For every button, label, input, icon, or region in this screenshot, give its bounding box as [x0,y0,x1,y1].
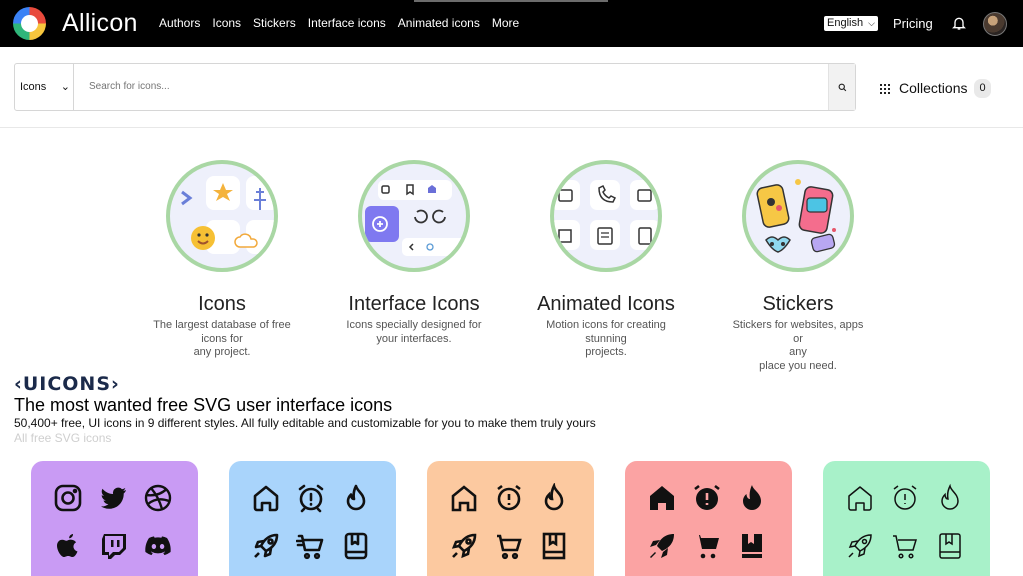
apple-icon [57,534,78,557]
main-nav: Authors Icons Stickers Interface icons A… [159,16,531,31]
rocket-icon [451,533,477,559]
style-card-brands[interactable] [31,461,198,576]
book-icon [939,533,961,559]
description-line: place you need. [759,359,837,372]
cart-icon [893,535,918,559]
category-interface-illustration [358,160,470,272]
search-bar: Icons ⌄ [14,63,856,111]
description-line: your interfaces. [376,332,452,345]
language-select[interactable]: English ⌵ [824,16,878,31]
home-icon [650,486,674,510]
category-title: Icons [198,293,246,315]
style-card-regular-straight[interactable] [427,461,594,576]
alarm-icon [497,484,521,511]
category-description: Icons specially designed for your interf… [314,319,514,346]
category-stickers-illustration [742,160,854,272]
cart-icon [497,534,522,560]
brand-name[interactable]: Allicon [62,9,138,37]
book-icon [344,532,368,560]
nav-item-icons[interactable]: Icons [212,16,241,31]
nav-item-authors[interactable]: Authors [159,16,200,31]
nav-item-stickers[interactable]: Stickers [253,16,296,31]
description-line: Motion icons for creating [546,319,666,331]
description-line: any [789,346,807,358]
nav-item-interface-icons[interactable]: Interface icons [308,16,386,31]
rocket-icon [254,533,279,558]
bell-icon[interactable] [951,15,967,31]
collections-label: Collections [899,80,968,96]
category-title: Animated Icons [537,293,675,315]
search-category-select[interactable]: Icons ⌄ [15,64,74,110]
twitter-icon [101,487,126,509]
grid-icon [880,83,890,94]
alarm-icon [694,484,720,510]
cart-icon [694,535,719,559]
home-icon [848,486,872,511]
fire-icon [941,483,959,510]
search-button[interactable] [828,64,855,110]
fire-icon [544,483,564,511]
search-input[interactable] [89,80,789,94]
language-label: English [827,17,864,29]
category-description: Stickers for websites, apps or any place… [698,319,898,373]
book-icon [742,534,762,558]
category-interface-icons[interactable]: Interface Icons Icons specially designed… [314,160,514,346]
section-headline: The most wanted free SVG user interface … [14,395,393,415]
category-description: Motion icons for creating stunning proje… [506,319,706,360]
uicons-logo[interactable]: ‹UICONS› [14,373,120,395]
category-animated-illustration [550,160,662,272]
discord-icon [145,536,171,556]
category-icons[interactable]: Icons The largest database of free icons… [122,160,322,360]
chevron-down-icon: ⌵ [868,18,875,28]
cart-icon [296,534,324,560]
chevron-down-icon: ⌄ [60,81,70,93]
loading-bar [414,0,608,2]
nav-item-animated-icons[interactable]: Animated icons [398,16,480,31]
search-category-label: Icons [20,81,47,93]
alarm-icon [298,484,324,513]
fire-icon [346,484,366,511]
alarm-icon [893,485,917,510]
pricing-link[interactable]: Pricing [893,16,933,31]
style-card-solid[interactable] [625,461,792,576]
category-stickers[interactable]: Stickers Stickers for websites, apps or … [698,160,898,373]
collections-count-badge: 0 [974,79,991,98]
description-line: Stickers for websites, apps or [732,319,864,345]
category-animated-icons[interactable]: Animated Icons Motion icons for creating… [506,160,706,360]
all-free-svg-link[interactable]: All free SVG icons [14,431,111,445]
user-avatar[interactable] [983,12,1007,36]
style-card-regular-rounded[interactable] [229,461,396,576]
category-description: The largest database of free icons for a… [122,319,322,360]
dribbble-icon [144,484,172,512]
fire-icon [743,485,761,510]
rocket-icon [650,534,674,558]
book-icon [542,532,566,560]
description-line: The largest database of free [153,319,291,331]
category-title: Interface Icons [348,293,480,315]
home-icon [253,485,279,512]
home-icon [451,485,477,512]
description-line: stunning [585,332,627,345]
collections-button[interactable]: Collections 0 [880,79,991,98]
category-icons-illustration [166,160,278,272]
description-line: Icons specially designed for [346,319,482,331]
rocket-icon [848,534,872,558]
search-icon [838,83,847,92]
description-line: icons for [201,332,243,345]
divider [0,127,1023,128]
section-subline: 50,400+ free, UI icons in 9 different st… [14,416,596,430]
description-line: projects. [585,346,627,358]
description-line: any project. [193,346,251,358]
style-card-thin[interactable] [823,461,990,576]
top-navbar: Allicon Authors Icons Stickers Interface… [0,0,1023,47]
instagram-icon [54,484,82,512]
nav-item-more[interactable]: More [492,16,519,31]
category-title: Stickers [762,293,834,315]
allicon-logo-icon[interactable] [13,7,46,40]
twitch-icon [102,534,126,559]
